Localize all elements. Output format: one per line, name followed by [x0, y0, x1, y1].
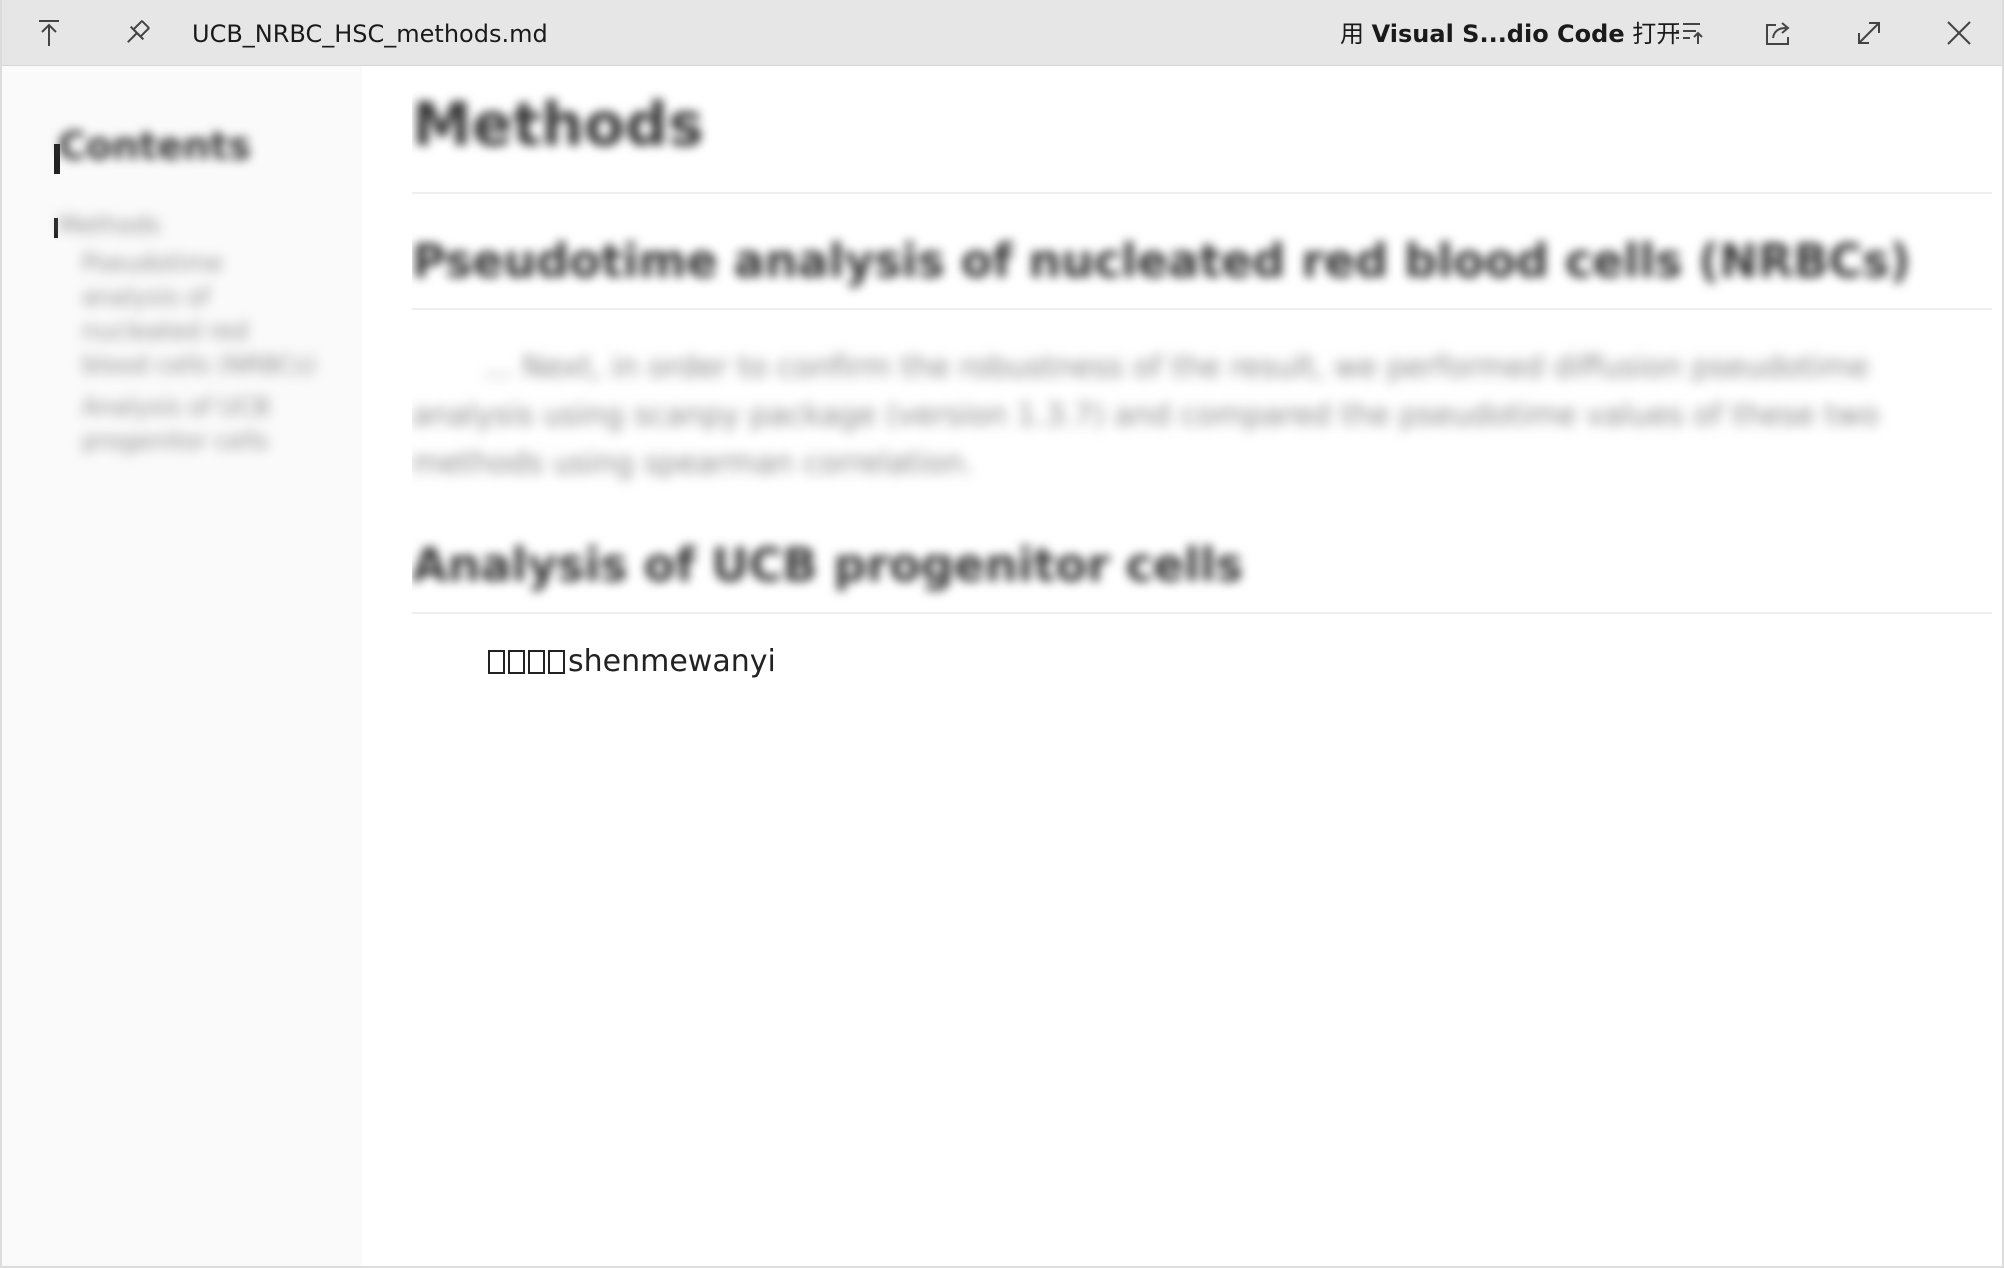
scroll-to-top-button[interactable] — [14, 0, 84, 66]
section-heading-pseudotime: Pseudotime analysis of nucleated red blo… — [412, 234, 1911, 288]
section-paragraph-pseudotime: ... Next, in order to confirm the robust… — [412, 350, 1880, 481]
document-content: Methods Pseudotime analysis of nucleated… — [412, 66, 1992, 1266]
title-divider — [412, 192, 1992, 194]
toc-item-pseudotime[interactable]: Pseudotime analysis of nucleated red blo… — [82, 246, 318, 382]
close-button[interactable] — [1924, 0, 1994, 66]
share-icon — [1766, 22, 1790, 45]
toc-list: Methods Pseudotime analysis of nucleated… — [58, 208, 318, 458]
section-divider — [412, 612, 1992, 614]
toc-item-methods[interactable]: Methods — [58, 208, 318, 242]
section-heading-progenitor: Analysis of UCB progenitor cells — [412, 538, 1244, 592]
missing-glyph-box — [548, 650, 565, 674]
toc-title: Contents — [58, 124, 251, 168]
missing-glyph-box — [528, 650, 545, 674]
file-name: UCB_NRBC_HSC_methods.md — [192, 20, 548, 48]
document-title: Methods — [412, 90, 704, 160]
list-outline-icon — [1676, 23, 1703, 44]
close-icon — [1947, 21, 1971, 45]
pin-button[interactable] — [102, 0, 172, 66]
missing-glyph-box — [508, 650, 525, 674]
section-divider — [412, 308, 1992, 310]
progenitor-note: shenmewanyi — [488, 644, 776, 679]
toc-item-progenitor[interactable]: Analysis of UCB progenitor cells — [82, 390, 318, 458]
open-with-prefix: 用 — [1340, 20, 1372, 48]
missing-glyph-boxes — [488, 644, 568, 679]
share-button[interactable] — [1744, 0, 1814, 66]
title-bar: UCB_NRBC_HSC_methods.md 用 Visual S...dio… — [2, 0, 2002, 66]
expand-icon — [1858, 22, 1880, 44]
pin-icon — [127, 20, 150, 43]
missing-glyph-box — [488, 650, 505, 674]
progenitor-note-text: shenmewanyi — [568, 644, 776, 679]
toc-sidebar: Contents Methods Pseudotime analysis of … — [2, 66, 362, 1266]
arrow-to-top-icon — [39, 20, 59, 46]
expand-button[interactable] — [1834, 0, 1904, 66]
open-with-app-name: Visual S...dio Code — [1371, 20, 1625, 48]
outline-button[interactable] — [1654, 0, 1724, 66]
open-with-vscode-button[interactable]: 用 Visual S...dio Code 打开 — [1340, 0, 1680, 66]
markdown-preview-window: UCB_NRBC_HSC_methods.md 用 Visual S...dio… — [0, 0, 2004, 1268]
